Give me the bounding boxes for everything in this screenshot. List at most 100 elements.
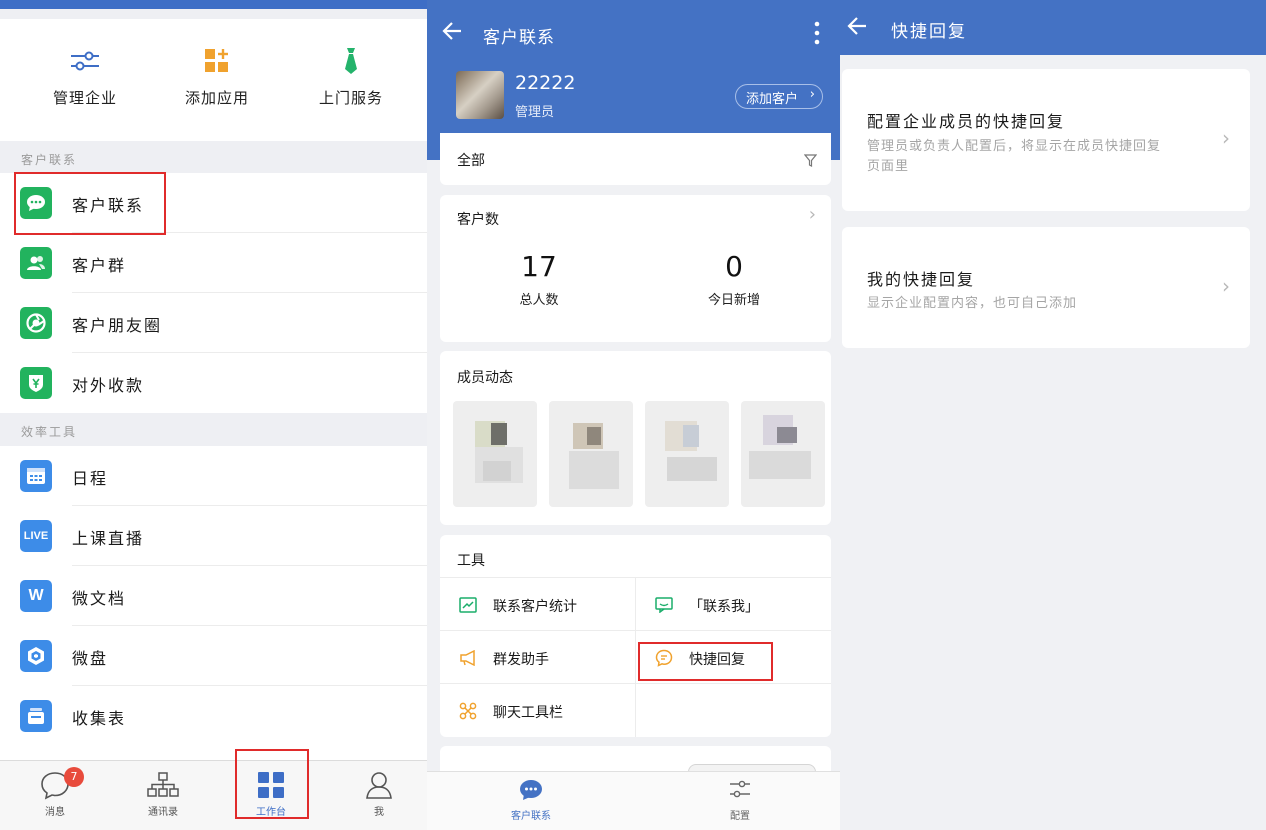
tab-customer-contact[interactable]: 客户联系 bbox=[483, 779, 579, 822]
list-item-label: 收集表 bbox=[72, 709, 127, 728]
avatar bbox=[456, 71, 504, 119]
card-title: 配置企业成员的快捷回复 bbox=[867, 112, 1066, 131]
quick-action-manage-enterprise[interactable]: 管理企业 bbox=[25, 45, 145, 108]
page-title: 客户联系 bbox=[483, 28, 555, 48]
tool-chat-toolbar[interactable]: 聊天工具栏 bbox=[440, 684, 635, 737]
stat-total: 17 总人数 bbox=[464, 250, 614, 308]
bottom-tab-bar: 客户联系 配置 bbox=[427, 771, 840, 830]
workbench-panel: 管理企业 添加应用 上门服务 客户联系 客户联系 客户群 客户朋友圈 对外收款 … bbox=[0, 0, 427, 830]
live-icon: LIVE bbox=[20, 520, 52, 552]
list-item-customer-group[interactable]: 客户群 bbox=[0, 233, 427, 293]
card-title: 成员动态 bbox=[457, 370, 513, 386]
back-arrow-icon[interactable] bbox=[846, 15, 872, 41]
chat-bubble-icon bbox=[483, 779, 579, 803]
line-chart-icon bbox=[458, 595, 478, 615]
list-item-label: 日程 bbox=[72, 469, 109, 488]
doc-w-icon: W bbox=[20, 580, 52, 612]
stat-new-today: 0 今日新增 bbox=[659, 250, 809, 308]
tab-label: 客户联系 bbox=[511, 811, 551, 822]
card-title: 工具 bbox=[457, 553, 485, 569]
quick-actions: 管理企业 添加应用 上门服务 bbox=[0, 19, 427, 141]
section-header-customer: 客户联系 bbox=[21, 153, 78, 167]
add-customer-label: 添加客户 bbox=[746, 92, 799, 107]
chevron-right-icon: › bbox=[808, 204, 816, 225]
quick-action-label: 添加应用 bbox=[184, 89, 249, 107]
blurred-member-card[interactable] bbox=[549, 401, 633, 507]
list-item-collection-form[interactable]: 收集表 bbox=[0, 686, 427, 746]
tool-label: 「联系我」 bbox=[689, 599, 759, 615]
chevron-right-icon: › bbox=[1222, 274, 1230, 298]
highlight-box bbox=[638, 642, 773, 681]
customer-count-card[interactable]: 客户数 › 17 总人数 0 今日新增 bbox=[440, 195, 831, 342]
bottom-tab-bar: 7 消息 通讯录 工作台 我 bbox=[0, 760, 427, 830]
tab-me[interactable]: 我 bbox=[326, 761, 427, 823]
tool-contact-me[interactable]: 「联系我」 bbox=[636, 578, 831, 631]
profile-name: 22222 bbox=[515, 72, 576, 94]
unread-badge: 7 bbox=[64, 767, 84, 787]
blurred-member-card[interactable] bbox=[645, 401, 729, 507]
list-item-label: 对外收款 bbox=[72, 376, 145, 395]
list-item-label: 客户朋友圈 bbox=[72, 316, 163, 335]
my-quick-reply-card[interactable]: 我的快捷回复 显示企业配置内容，也可自己添加 › bbox=[842, 227, 1250, 348]
calendar-icon bbox=[20, 460, 52, 492]
profile-role: 管理员 bbox=[515, 105, 555, 120]
quick-action-onsite-service[interactable]: 上门服务 bbox=[291, 45, 411, 108]
top-bar bbox=[0, 0, 427, 9]
filter-card[interactable]: 全部 bbox=[440, 133, 831, 185]
list-item-customer-moments[interactable]: 客户朋友圈 bbox=[0, 293, 427, 353]
quick-action-add-app[interactable]: 添加应用 bbox=[157, 45, 277, 108]
quick-action-label: 上门服务 bbox=[318, 89, 383, 107]
list-item-external-payment[interactable]: 对外收款 bbox=[0, 353, 427, 413]
tab-messages[interactable]: 7 消息 bbox=[2, 761, 108, 823]
tie-icon bbox=[291, 45, 411, 77]
chat-qr-icon bbox=[654, 595, 674, 615]
tab-label: 消息 bbox=[45, 807, 65, 818]
tab-label: 我 bbox=[374, 807, 384, 818]
yuan-shield-icon bbox=[20, 367, 52, 399]
list-item-micro-drive[interactable]: 微盘 bbox=[0, 626, 427, 686]
tab-contacts[interactable]: 通讯录 bbox=[110, 761, 216, 823]
back-arrow-icon[interactable] bbox=[441, 20, 467, 46]
group-icon bbox=[20, 247, 52, 279]
chevron-right-icon: › bbox=[809, 87, 815, 102]
blurred-member-card[interactable] bbox=[741, 401, 825, 507]
tools-list: 日程 LIVE 上课直播 W 微文档 微盘 收集表 bbox=[0, 446, 427, 760]
chevron-right-icon: › bbox=[1222, 126, 1230, 150]
tool-broadcast-assistant[interactable]: 群发助手 bbox=[440, 631, 635, 684]
stat-value: 17 bbox=[521, 250, 557, 283]
tool-contact-stats[interactable]: 联系客户统计 bbox=[440, 578, 635, 631]
page-title: 快捷回复 bbox=[891, 22, 967, 42]
quick-action-label: 管理企业 bbox=[52, 89, 117, 107]
megaphone-icon bbox=[458, 648, 478, 668]
sliders-icon bbox=[25, 45, 145, 77]
card-title: 我的快捷回复 bbox=[867, 270, 976, 289]
list-item-live-class[interactable]: LIVE 上课直播 bbox=[0, 506, 427, 566]
filter-funnel-icon[interactable] bbox=[803, 152, 818, 171]
list-item-calendar[interactable]: 日程 bbox=[0, 446, 427, 506]
blurred-member-card[interactable] bbox=[453, 401, 537, 507]
customer-contact-panel: 客户联系 22222 管理员 添加客户 › 全部 客户数 › 17 总人数 0 今… bbox=[427, 0, 840, 830]
form-icon bbox=[20, 700, 52, 732]
tool-label: 联系客户统计 bbox=[493, 599, 577, 615]
drive-icon bbox=[20, 640, 52, 672]
org-chart-icon bbox=[110, 767, 216, 803]
tool-label: 群发助手 bbox=[493, 652, 549, 668]
toolbar-icon bbox=[458, 701, 478, 721]
tab-label: 配置 bbox=[730, 811, 750, 822]
card-description: 管理员或负责人配置后，将显示在成员快捷回复页面里 bbox=[867, 139, 1162, 174]
person-icon bbox=[326, 767, 427, 803]
more-options-icon[interactable] bbox=[814, 21, 822, 45]
list-item-label: 客户群 bbox=[72, 256, 127, 275]
section-header-tools: 效率工具 bbox=[21, 425, 78, 439]
add-app-grid-icon bbox=[157, 45, 277, 77]
member-activity-card: 成员动态 bbox=[440, 351, 831, 525]
highlight-box bbox=[14, 172, 166, 235]
tools-card: 工具 联系客户统计 「联系我」 群发助手 快捷回复 聊天工具栏 bbox=[440, 535, 831, 737]
quick-reply-panel: 快捷回复 配置企业成员的快捷回复 管理员或负责人配置后，将显示在成员快捷回复页面… bbox=[840, 0, 1266, 830]
add-customer-button[interactable]: 添加客户 › bbox=[735, 84, 823, 109]
tab-config[interactable]: 配置 bbox=[692, 779, 788, 822]
card-title: 客户数 bbox=[457, 212, 499, 228]
list-item-micro-doc[interactable]: W 微文档 bbox=[0, 566, 427, 626]
moments-shutter-icon bbox=[20, 307, 52, 339]
configure-team-quick-reply-card[interactable]: 配置企业成员的快捷回复 管理员或负责人配置后，将显示在成员快捷回复页面里 › bbox=[842, 69, 1250, 211]
